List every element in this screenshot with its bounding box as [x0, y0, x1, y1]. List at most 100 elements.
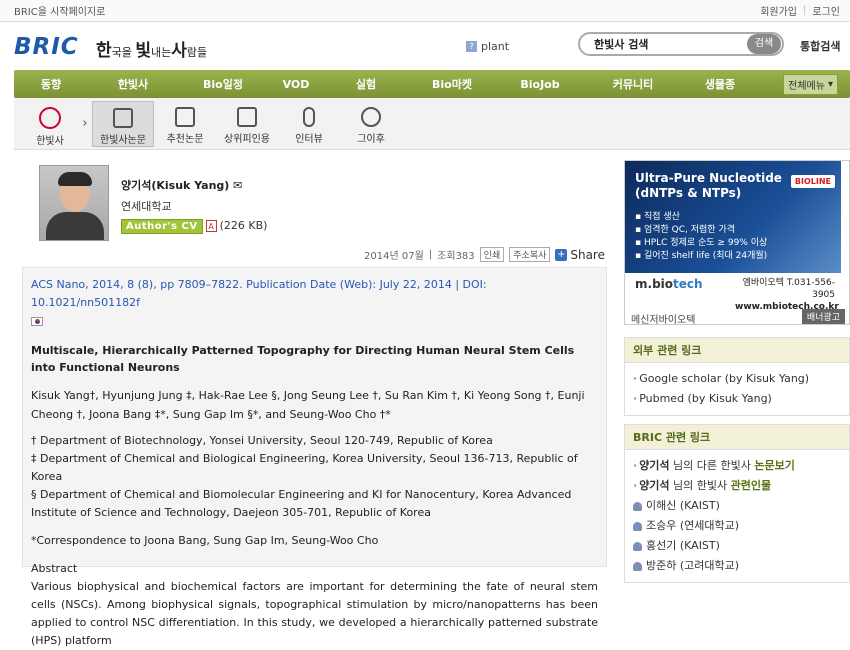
subnav-label: 한빛사 — [36, 136, 64, 147]
external-links-list: Google scholar (by Kisuk Yang) Pubmed (b… — [625, 363, 849, 415]
subnav-label: 그이후 — [357, 134, 385, 145]
ad-bullet: ▪ 엄격한 QC, 저렴한 가격 — [635, 225, 736, 235]
mbiotech-logo-part: tech — [673, 277, 703, 291]
citation: ACS Nano, 2014, 8 (8), pp 7809–7822. Pub… — [31, 276, 598, 330]
chevron-right-icon: › — [82, 116, 88, 131]
bric-logo[interactable]: BRIC — [14, 34, 79, 60]
print-button[interactable]: 인쇄 — [479, 247, 505, 262]
person-name: 방준하 (고려대학교) — [646, 559, 740, 572]
nav-item-hanbitsa[interactable]: 한빛사 — [88, 76, 178, 92]
bric-links-heading: BRIC 관련 링크 — [625, 425, 849, 450]
ad-title-line: (dNTPs & NTPs) — [635, 186, 742, 200]
nav-item-trend[interactable]: 동향 — [14, 76, 88, 92]
related-person[interactable]: 홍선기 (KAIST) — [633, 536, 841, 556]
subnav-label: 추천논문 — [166, 134, 204, 145]
author-affiliation: 연세대학교 — [121, 200, 172, 213]
join-link[interactable]: 회원가입 — [760, 3, 797, 18]
subnav-recommended[interactable]: 추천논문 — [154, 101, 216, 147]
mbiotech-logo: m.biotech — [635, 277, 703, 291]
link-text: 님의 한빛사 — [669, 479, 731, 492]
person-name: 이해신 (KAIST) — [646, 499, 720, 512]
correspondence: *Correspondence to Joona Bang, Sung Gap … — [31, 534, 379, 547]
author-info: 양기석(Kisuk Yang) ✉ 연세대학교 Author's CV A (226… — [121, 165, 267, 241]
divider: | — [428, 249, 433, 260]
other-papers-link[interactable]: 양기석 님의 다른 한빛사 논문보기 — [633, 456, 841, 476]
slogan-part: 람들 — [186, 46, 208, 59]
author-name-ref: 양기석 — [639, 479, 670, 492]
login-link[interactable]: 로그인 — [812, 3, 840, 18]
related-person[interactable]: 방준하 (고려대학교) — [633, 556, 841, 576]
email-icon[interactable]: ✉ — [233, 179, 242, 192]
link-text: 님의 다른 한빛사 — [669, 459, 755, 472]
ad-bullet: ▪ 길어진 shelf life (최대 24개월) — [635, 251, 768, 261]
slogan-part: 사 — [171, 41, 187, 61]
search-button[interactable]: 검색 — [747, 34, 781, 54]
bioline-logo: BIOLINE — [790, 175, 835, 188]
cv-size: (226 KB) — [219, 219, 268, 232]
article-meta: 2014년 07월 | 조회383 인쇄 주소복사 + Share — [22, 247, 607, 262]
subnav-label: 상위피인용 — [224, 134, 270, 145]
main-nav: 동향 한빛사 Bio일정 VOD 실험 Bio마켓 BioJob 커뮤니티 생물… — [14, 70, 850, 98]
author-cv-badge[interactable]: Author's CV — [121, 219, 203, 234]
all-search-link[interactable]: 통합검색 — [800, 38, 840, 54]
nav-item-bio-market[interactable]: Bio마켓 — [408, 76, 496, 92]
citation-icon — [237, 107, 257, 127]
clock-icon — [361, 107, 381, 127]
person-icon — [633, 561, 642, 571]
all-menu-button[interactable]: 전체메뉴 ▾ — [783, 73, 838, 95]
ad-company: 메신저바이오텍 — [631, 315, 696, 326]
right-sidebar: Ultra-Pure Nucleotide (dNTPs & NTPs) BIOL… — [624, 160, 850, 583]
copy-url-button[interactable]: 주소복사 — [509, 247, 551, 262]
person-icon — [633, 521, 642, 531]
document-icon — [113, 108, 133, 128]
microphone-icon — [303, 107, 315, 127]
ad-title-line: Ultra-Pure Nucleotide — [635, 171, 782, 185]
publish-date: 2014년 07월 — [364, 251, 424, 262]
related-people-link[interactable]: 양기석 님의 한빛사 관련인물 — [633, 476, 841, 496]
mbiotech-logo-part: m.bio — [635, 277, 674, 291]
pubmed-link[interactable]: Pubmed (by Kisuk Yang) — [633, 389, 841, 409]
subnav-label: 한빛사논문 — [100, 135, 146, 146]
article-title: Multiscale, Hierarchically Patterned Top… — [31, 344, 575, 374]
nav-item-species[interactable]: 생물종 — [682, 76, 758, 92]
slogan-part: 내는 — [151, 46, 172, 59]
abstract-label: Abstract — [31, 562, 78, 575]
search-box: 검색 — [578, 32, 784, 56]
affiliation-list: † Department of Biotechnology, Yonsei Un… — [31, 432, 598, 522]
bric-links-list: 양기석 님의 다른 한빛사 논문보기 양기석 님의 한빛사 관련인물 이해신 (… — [625, 450, 849, 582]
ad-contact: 엠바이오텍 T.031-556-3905 www.mbiotech.co.kr — [735, 277, 839, 313]
ad-banner[interactable]: Ultra-Pure Nucleotide (dNTPs & NTPs) BIOL… — [624, 160, 850, 326]
nav-item-community[interactable]: 커뮤니티 — [584, 76, 682, 92]
citation-link[interactable]: ACS Nano, 2014, 8 (8), pp 7809–7822. Pub… — [31, 278, 487, 309]
search-input[interactable] — [580, 37, 747, 51]
medal-icon — [39, 107, 61, 129]
subnav-hanbitsa[interactable]: 한빛사 — [22, 101, 78, 147]
set-homepage-link[interactable]: BRIC을 시작페이지로 — [14, 3, 105, 18]
search-tag[interactable]: ? plant — [466, 40, 509, 53]
ad-bullets: ▪ 직접 생산 ▪ 엄격한 QC, 저렴한 가격 ▪ HPLC 정제로 순도 ≥… — [635, 211, 767, 263]
header: BRIC 한국을 빛내는사람들 ? plant 검색 통합검색 — [0, 22, 850, 70]
nav-item-bio-schedule[interactable]: Bio일정 — [178, 76, 268, 92]
article-authors: Kisuk Yang†, Hyunjung Jung ‡, Hak-Rae Le… — [31, 389, 585, 421]
subnav-top-cited[interactable]: 상위피인용 — [216, 101, 278, 147]
chevron-down-icon: ▾ — [827, 78, 833, 90]
nav-item-experiment[interactable]: 실험 — [324, 76, 408, 92]
share-button[interactable]: + Share — [555, 248, 605, 262]
nav-item-biojob[interactable]: BioJob — [496, 78, 584, 91]
subnav-hanbitsa-papers[interactable]: 한빛사논문 — [92, 101, 154, 147]
nav-item-vod[interactable]: VOD — [268, 78, 324, 91]
subnav-afterwards[interactable]: 그이후 — [340, 101, 402, 147]
all-menu-label: 전체메뉴 — [788, 80, 825, 92]
related-person[interactable]: 조승우 (연세대학교) — [633, 516, 841, 536]
bric-links-box: BRIC 관련 링크 양기석 님의 다른 한빛사 논문보기 양기석 님의 한빛사… — [624, 424, 850, 583]
external-links-box: 외부 관련 링크 Google scholar (by Kisuk Yang) … — [624, 337, 850, 416]
subnav-interview[interactable]: 인터뷰 — [278, 101, 340, 147]
google-scholar-link[interactable]: Google scholar (by Kisuk Yang) — [633, 369, 841, 389]
pdf-icon[interactable]: A — [205, 220, 217, 232]
related-person[interactable]: 이해신 (KAIST) — [633, 496, 841, 516]
abstract-text: Various biophysical and biochemical fact… — [31, 580, 598, 647]
article-box: ACS Nano, 2014, 8 (8), pp 7809–7822. Pub… — [22, 267, 607, 647]
ad-bullet: ▪ HPLC 정제로 순도 ≥ 99% 이상 — [635, 238, 768, 248]
banner-ad-button[interactable]: 배너광고 — [801, 309, 845, 324]
slogan-part: 빛 — [135, 41, 152, 61]
